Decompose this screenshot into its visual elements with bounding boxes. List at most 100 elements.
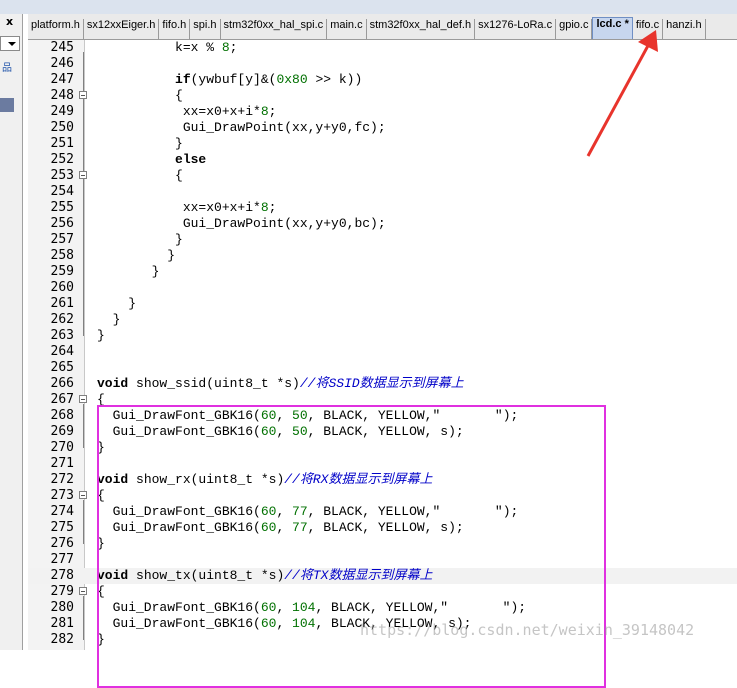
code-token: , xyxy=(276,520,293,535)
line-number: 269 xyxy=(50,424,74,439)
code-line[interactable]: 273 { xyxy=(28,488,737,504)
code-token: show_tx(uint8_t *s) xyxy=(128,568,285,583)
code-token: ; xyxy=(268,200,277,215)
fold-toggle-icon[interactable] xyxy=(79,171,87,179)
code-line[interactable]: 279 { xyxy=(28,584,737,600)
code-line[interactable]: 269 Gui_DrawFont_GBK16(60, 50, BLACK, YE… xyxy=(28,424,737,440)
tab-stm32f0xx-hal-spi-c[interactable]: stm32f0xx_hal_spi.c xyxy=(221,19,328,39)
code-text: xx=x0+x+i*8; xyxy=(97,104,277,120)
line-number: 282 xyxy=(50,632,74,647)
line-number: 247 xyxy=(50,72,74,87)
line-number: 273 xyxy=(50,488,74,503)
code-line[interactable]: 280 Gui_DrawFont_GBK16(60, 104, BLACK, Y… xyxy=(28,600,737,616)
code-line[interactable]: 278 void show_tx(uint8_t *s)//将TX数据显示到屏幕上 xyxy=(28,568,737,584)
code-token: //将SSID数据显示到屏幕上 xyxy=(299,376,464,391)
code-token: (ywbuf[y]&( xyxy=(190,72,277,87)
line-number: 254 xyxy=(50,184,74,199)
code-token: Gui_DrawPoint(xx,y+y0,fc); xyxy=(97,120,386,135)
fold-toggle-icon[interactable] xyxy=(79,491,87,499)
code-token: Gui_DrawPoint(xx,y+y0,bc); xyxy=(97,216,386,231)
code-token: show_ssid(uint8_t *s) xyxy=(128,376,300,391)
code-line[interactable]: 267 { xyxy=(28,392,737,408)
code-line[interactable]: 255 xx=x0+x+i*8; xyxy=(28,200,737,216)
tab-sx12xxeiger-h[interactable]: sx12xxEiger.h xyxy=(84,19,160,39)
code-token: 60 xyxy=(260,408,277,423)
code-token: , BLACK, YELLOW," "); xyxy=(315,600,527,615)
code-line[interactable]: 271 xyxy=(28,456,737,472)
tab-spi-h[interactable]: spi.h xyxy=(190,19,221,39)
code-token: k=x % xyxy=(97,40,222,55)
code-line[interactable]: 272 void show_rx(uint8_t *s)//将RX数据显示到屏幕上 xyxy=(28,472,737,488)
line-number: 257 xyxy=(50,232,74,247)
code-line[interactable]: 261 } xyxy=(28,296,737,312)
code-token: 104 xyxy=(292,600,316,615)
code-text: } xyxy=(97,248,175,264)
code-line[interactable]: 259 } xyxy=(28,264,737,280)
code-text: } xyxy=(97,632,105,648)
code-token: } xyxy=(97,440,105,455)
line-number: 268 xyxy=(50,408,74,423)
code-line[interactable]: 266 void show_ssid(uint8_t *s)//将SSID数据显示… xyxy=(28,376,737,392)
code-token: } xyxy=(97,328,105,343)
panel-dropdown[interactable] xyxy=(0,36,20,51)
code-line[interactable]: 263} xyxy=(28,328,737,344)
code-text: void show_ssid(uint8_t *s)//将SSID数据显示到屏幕… xyxy=(97,376,464,392)
tab-main-c[interactable]: main.c xyxy=(327,19,367,39)
code-token: >> k)) xyxy=(307,72,363,87)
code-token: } xyxy=(97,632,105,647)
line-number: 263 xyxy=(50,328,74,343)
tab-fifo-h[interactable]: fifo.h xyxy=(159,19,191,39)
code-text: xx=x0+x+i*8; xyxy=(97,200,277,216)
line-number: 256 xyxy=(50,216,74,231)
panel-close-icon[interactable]: x xyxy=(6,15,13,28)
code-line[interactable]: 270} xyxy=(28,440,737,456)
tab-platform-h[interactable]: platform.h xyxy=(28,19,84,39)
code-line[interactable]: 276} xyxy=(28,536,737,552)
line-number: 281 xyxy=(50,616,74,631)
code-line[interactable]: 274 Gui_DrawFont_GBK16(60, 77, BLACK, YE… xyxy=(28,504,737,520)
line-number: 278 xyxy=(50,568,74,583)
code-token: 8 xyxy=(260,200,269,215)
code-line[interactable]: 254 xyxy=(28,184,737,200)
tab-sx1276-lora-c[interactable]: sx1276-LoRa.c xyxy=(475,19,557,39)
code-line[interactable]: 257 } xyxy=(28,232,737,248)
code-token: //将TX数据显示到屏幕上 xyxy=(284,568,433,583)
code-line[interactable]: 253 { xyxy=(28,168,737,184)
line-number: 264 xyxy=(50,344,74,359)
line-number: 279 xyxy=(50,584,74,599)
code-token: , BLACK, YELLOW, s); xyxy=(307,520,464,535)
code-line[interactable]: 275 Gui_DrawFont_GBK16(60, 77, BLACK, YE… xyxy=(28,520,737,536)
code-line[interactable]: 277 xyxy=(28,552,737,568)
fold-toggle-icon[interactable] xyxy=(79,91,87,99)
code-text: Gui_DrawFont_GBK16(60, 50, BLACK, YELLOW… xyxy=(97,424,464,440)
code-token: , xyxy=(276,600,293,615)
code-line[interactable]: 268 Gui_DrawFont_GBK16(60, 50, BLACK, YE… xyxy=(28,408,737,424)
code-token: { xyxy=(97,392,105,407)
line-number: 248 xyxy=(50,88,74,103)
line-number: 259 xyxy=(50,264,74,279)
code-text: } xyxy=(97,328,105,344)
fold-toggle-icon[interactable] xyxy=(79,587,87,595)
fold-toggle-icon[interactable] xyxy=(79,395,87,403)
code-token: } xyxy=(97,248,176,263)
line-number: 271 xyxy=(50,456,74,471)
code-text: Gui_DrawFont_GBK16(60, 77, BLACK, YELLOW… xyxy=(97,520,464,536)
code-line[interactable]: 264 xyxy=(28,344,737,360)
line-number: 270 xyxy=(50,440,74,455)
tab-stm32f0xx-hal-def-h[interactable]: stm32f0xx_hal_def.h xyxy=(367,19,476,39)
code-token: , xyxy=(276,616,293,631)
code-token: 60 xyxy=(260,424,277,439)
code-line[interactable]: 256 Gui_DrawPoint(xx,y+y0,bc); xyxy=(28,216,737,232)
line-number: 275 xyxy=(50,520,74,535)
code-token: } xyxy=(97,536,105,551)
panel-selected-item[interactable] xyxy=(0,98,14,112)
code-line[interactable]: 265 xyxy=(28,360,737,376)
symbol-icon[interactable]: 品 xyxy=(2,59,16,74)
code-text: } xyxy=(97,296,136,312)
line-number: 266 xyxy=(50,376,74,391)
code-line[interactable]: 262 } xyxy=(28,312,737,328)
code-line[interactable]: 258 } xyxy=(28,248,737,264)
code-line[interactable]: 260 xyxy=(28,280,737,296)
